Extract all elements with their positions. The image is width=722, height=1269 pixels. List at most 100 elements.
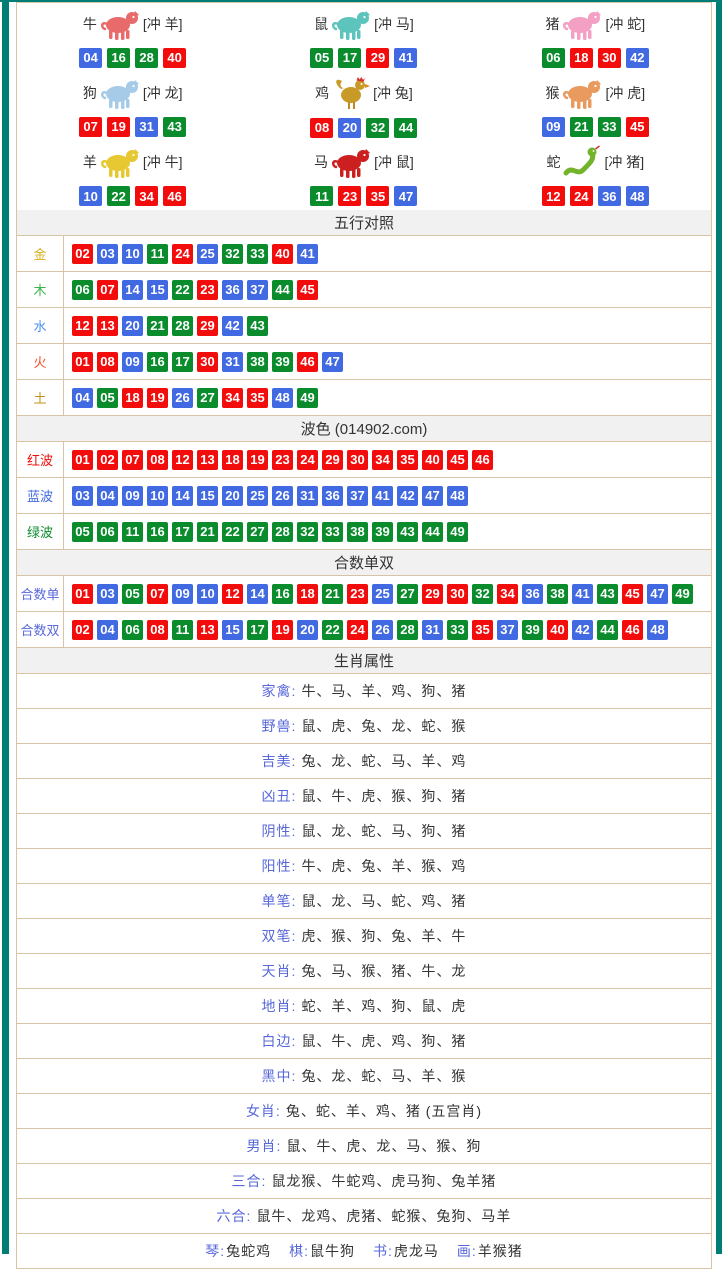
zodiac-name: 牛 [83,14,97,34]
ball-number-40: 40 [422,450,443,470]
attribute-row-凶丑: 凶丑:鼠、牛、虎、猴、狗、猪 [17,779,711,814]
ball-number-16: 16 [147,522,168,542]
ball-number-16: 16 [107,48,130,68]
five-elements-title: 五行对照 [334,212,394,233]
attribute-row-男肖: 男肖:鼠、牛、虎、龙、马、猴、狗 [17,1129,711,1164]
ball-number-22: 22 [322,620,343,640]
attribute-value: 鼠、牛、虎、龙、马、猴、狗 [286,1136,481,1156]
zodiac-numbers: 10223446 [79,186,186,206]
section-header-sum-odd-even: 合数单双 [17,550,711,576]
attribute-row-双笔: 双笔:虎、猴、狗、兔、羊、牛 [17,919,711,954]
ball-number-28: 28 [172,316,193,336]
zodiac-numbers: 12243648 [542,186,649,206]
zodiac-name: 蛇 [546,152,560,172]
attribute-row-家禽: 家禽:牛、马、羊、鸡、狗、猪 [17,674,711,709]
element-numbers: 04051819262734354849 [64,380,711,415]
attribute-label: 阴性: [262,821,297,841]
ball-number-43: 43 [247,316,268,336]
ball-number-05: 05 [122,584,143,604]
element-label: 火 [17,344,64,379]
zodiac-cell-狗: 狗[冲 龙]07193143 [17,71,248,141]
ball-number-20: 20 [222,486,243,506]
sum-label: 合数双 [17,612,64,647]
ball-number-33: 33 [598,117,621,137]
monkey-icon [561,76,603,110]
ball-number-29: 29 [422,584,443,604]
ball-number-19: 19 [107,117,130,137]
ball-number-24: 24 [172,244,193,264]
ball-number-12: 12 [72,316,93,336]
ball-number-23: 23 [347,584,368,604]
zodiac-clash-label: [冲 马] [374,14,414,34]
ball-number-10: 10 [79,186,102,206]
ball-number-44: 44 [597,620,618,640]
ball-number-39: 39 [272,352,293,372]
wave-numbers: 05061116172122272832333839434449 [64,514,711,549]
ball-number-40: 40 [547,620,568,640]
zodiac-numbers: 11233547 [310,186,417,206]
ball-number-19: 19 [247,450,268,470]
ball-number-09: 09 [122,352,143,372]
zodiac-name: 鸡 [315,83,329,103]
horse-icon [330,145,372,179]
ball-number-17: 17 [172,352,193,372]
ball-number-33: 33 [322,522,343,542]
ball-number-36: 36 [598,186,621,206]
attribute-row-地肖: 地肖:蛇、羊、鸡、狗、鼠、虎 [17,989,711,1024]
attribute-value: 鼠、龙、马、蛇、鸡、猪 [301,891,466,911]
ball-number-15: 15 [222,620,243,640]
ball-number-38: 38 [247,352,268,372]
ball-number-24: 24 [347,620,368,640]
ball-number-08: 08 [97,352,118,372]
arts-group-label: 棋: [289,1243,309,1259]
ball-number-06: 06 [122,620,143,640]
zodiac-title: 马[冲 鼠] [314,145,414,179]
attribute-label: 黑中: [262,1066,297,1086]
ball-number-28: 28 [135,48,158,68]
arts-group-棋: 棋:鼠牛狗 [289,1241,355,1261]
ball-number-07: 07 [97,280,118,300]
ball-number-04: 04 [97,486,118,506]
zodiac-name: 马 [314,152,328,172]
ball-number-04: 04 [79,48,102,68]
attribute-value: 鼠牛、龙鸡、虎猪、蛇猴、兔狗、马羊 [256,1206,511,1226]
ball-number-45: 45 [297,280,318,300]
wave-numbers: 03040910141520252631363741424748 [64,478,711,513]
ball-number-09: 09 [542,117,565,137]
zodiac-clash-label: [冲 牛] [143,152,183,172]
attribute-row-黑中: 黑中:兔、龙、蛇、马、羊、猴 [17,1059,711,1094]
ball-number-23: 23 [197,280,218,300]
wave-label: 蓝波 [17,478,64,513]
ball-number-44: 44 [394,118,417,138]
attribute-value: 鼠、虎、兔、龙、蛇、猴 [301,716,466,736]
attribute-value: 兔、龙、蛇、马、羊、鸡 [301,751,466,771]
wave-numbers: 0102070812131819232429303435404546 [64,442,711,477]
attribute-row-天肖: 天肖:兔、马、猴、猪、牛、龙 [17,954,711,989]
ball-number-17: 17 [338,48,361,68]
sum-numbers: 0204060811131517192022242628313335373940… [64,612,711,647]
ball-number-14: 14 [247,584,268,604]
arts-group-书: 书:虎龙马 [373,1241,439,1261]
ball-number-15: 15 [197,486,218,506]
section-header-wave-colors: 波色 (014902.com) [17,416,711,442]
attribute-row-三合: 三合:鼠龙猴、牛蛇鸡、虎马狗、兔羊猪 [17,1164,711,1199]
ball-number-14: 14 [172,486,193,506]
ball-number-16: 16 [272,584,293,604]
zodiac-clash-grid: 牛[冲 羊]04162840鼠[冲 马]05172941猪[冲 蛇]061830… [17,3,711,210]
ball-number-03: 03 [97,584,118,604]
element-label: 水 [17,308,64,343]
ball-number-30: 30 [447,584,468,604]
arts-group-琴: 琴:兔蛇鸡 [205,1241,271,1261]
zodiac-cell-蛇: 蛇[冲 猪]12243648 [480,142,711,210]
attribute-label: 阳性: [262,856,297,876]
zodiac-numbers: 06183042 [542,48,649,68]
zodiac-cell-牛: 牛[冲 羊]04162840 [17,3,248,71]
wave-label: 绿波 [17,514,64,549]
ball-number-35: 35 [366,186,389,206]
ball-number-02: 02 [97,450,118,470]
attribute-label: 天肖: [262,961,297,981]
ball-number-34: 34 [135,186,158,206]
dog-icon [99,76,141,110]
attribute-row-女肖: 女肖:兔、蛇、羊、鸡、猪 (五宫肖) [17,1094,711,1129]
ball-number-08: 08 [310,118,333,138]
